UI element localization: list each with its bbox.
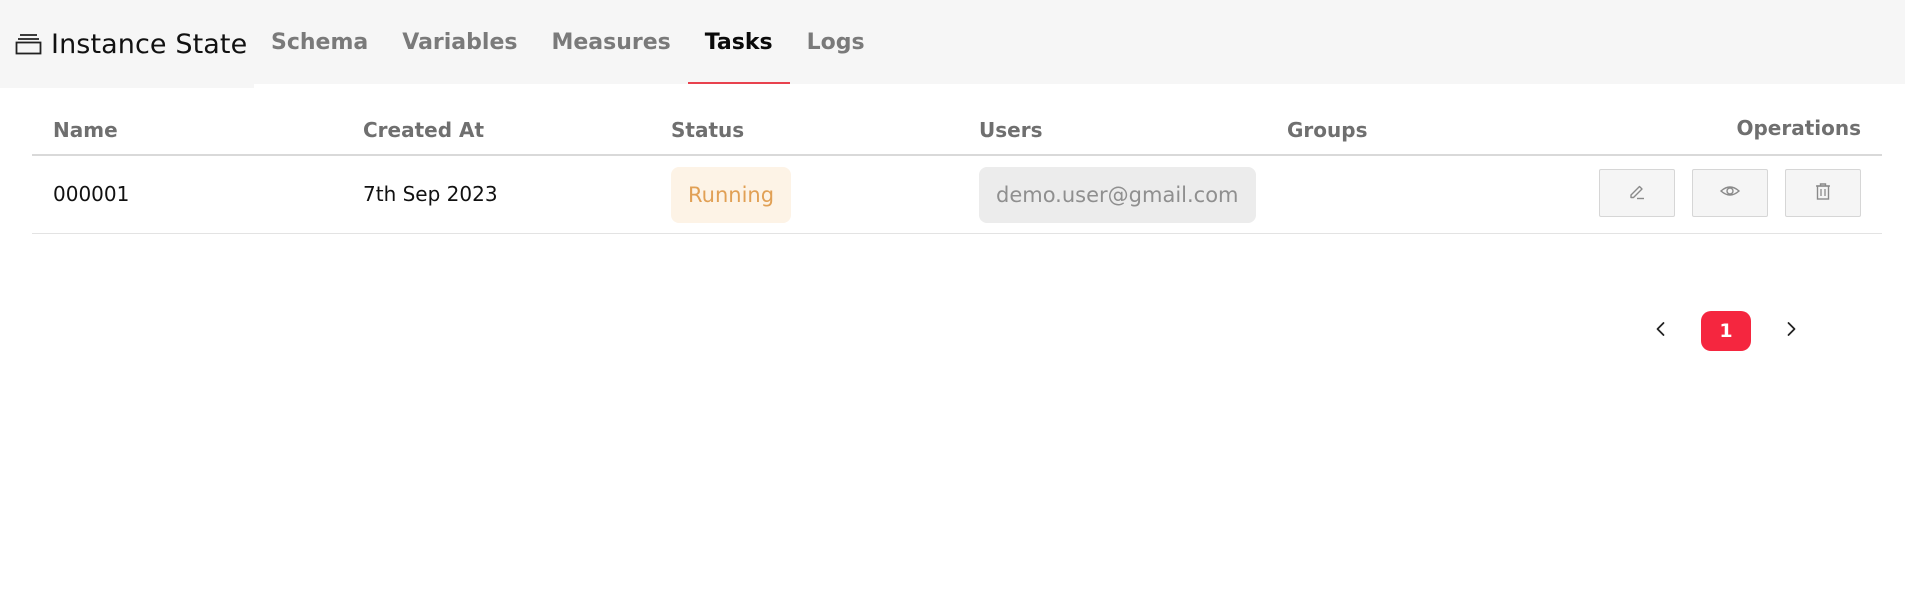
table-header: Name Created At Status Users Groups Oper… bbox=[32, 108, 1882, 156]
tab-variables[interactable]: Variables bbox=[385, 0, 534, 84]
next-page-button[interactable] bbox=[1771, 311, 1811, 351]
status-badge: Running bbox=[671, 167, 792, 223]
tab-bar: Schema Variables Measures Tasks Logs bbox=[254, 0, 882, 84]
edit-icon bbox=[1626, 180, 1648, 206]
previous-page-button[interactable] bbox=[1641, 311, 1681, 351]
pagination: 1 bbox=[1641, 311, 1811, 351]
table-row: 000001 7th Sep 2023 Running demo.user@gm… bbox=[32, 156, 1882, 234]
user-chip: demo.user@gmail.com bbox=[979, 167, 1256, 223]
eye-icon bbox=[1719, 180, 1741, 206]
page-title: Instance State bbox=[51, 28, 248, 60]
column-header-users: Users bbox=[979, 118, 1043, 142]
delete-button[interactable] bbox=[1785, 169, 1861, 217]
tab-tasks[interactable]: Tasks bbox=[687, 0, 790, 84]
page-1-button[interactable]: 1 bbox=[1701, 311, 1751, 351]
task-created-at: 7th Sep 2023 bbox=[363, 182, 498, 206]
task-name: 000001 bbox=[53, 182, 130, 206]
edit-button[interactable] bbox=[1599, 169, 1675, 217]
column-header-groups: Groups bbox=[1287, 118, 1368, 142]
tab-measures[interactable]: Measures bbox=[534, 0, 687, 84]
chevron-right-icon bbox=[1781, 319, 1801, 343]
column-header-status: Status bbox=[671, 118, 745, 142]
chevron-left-icon bbox=[1651, 319, 1671, 343]
stacked-window-icon bbox=[15, 33, 42, 55]
tab-logs[interactable]: Logs bbox=[790, 0, 882, 84]
column-header-created-at: Created At bbox=[363, 118, 485, 142]
view-button[interactable] bbox=[1692, 169, 1768, 217]
instance-header: Instance State bbox=[0, 0, 254, 88]
column-header-operations: Operations bbox=[1736, 116, 1861, 140]
tab-schema[interactable]: Schema bbox=[254, 0, 385, 84]
trash-icon bbox=[1812, 180, 1834, 206]
tasks-table: Name Created At Status Users Groups Oper… bbox=[32, 108, 1882, 234]
column-header-name: Name bbox=[53, 118, 118, 142]
